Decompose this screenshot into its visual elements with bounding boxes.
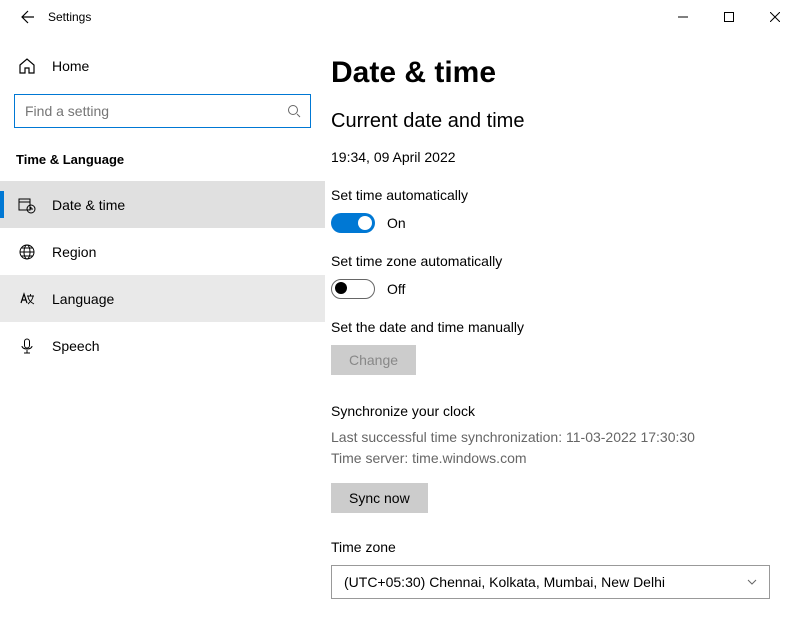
microphone-icon — [18, 337, 36, 355]
auto-time-toggle[interactable] — [331, 213, 375, 233]
sync-last-text: Last successful time synchronization: 11… — [331, 427, 770, 448]
auto-tz-toggle[interactable] — [331, 279, 375, 299]
minimize-button[interactable] — [660, 1, 706, 33]
sidebar-item-label: Speech — [52, 338, 99, 354]
sidebar-item-speech[interactable]: Speech — [0, 322, 325, 369]
home-icon — [18, 57, 36, 75]
sidebar-item-label: Date & time — [52, 197, 125, 213]
chevron-down-icon — [747, 579, 757, 585]
sidebar-item-language[interactable]: Language — [0, 275, 325, 322]
sidebar-item-datetime[interactable]: Date & time — [0, 181, 325, 228]
current-datetime-value: 19:34, 09 April 2022 — [331, 149, 770, 165]
sync-server-text: Time server: time.windows.com — [331, 448, 770, 469]
sidebar-item-label: Region — [52, 244, 96, 260]
search-input[interactable] — [14, 94, 311, 128]
globe-icon — [18, 243, 36, 261]
close-button[interactable] — [752, 1, 798, 33]
window-title: Settings — [48, 10, 91, 24]
maximize-icon — [724, 12, 734, 22]
auto-time-state: On — [387, 215, 406, 231]
page-heading: Date & time — [331, 56, 770, 90]
sidebar: Home Time & Language Date & time Region — [0, 34, 325, 625]
timezone-value: (UTC+05:30) Chennai, Kolkata, Mumbai, Ne… — [344, 574, 665, 590]
calendar-clock-icon — [18, 196, 36, 214]
sidebar-item-region[interactable]: Region — [0, 228, 325, 275]
auto-time-label: Set time automatically — [331, 187, 770, 203]
change-button[interactable]: Change — [331, 345, 416, 375]
auto-tz-label: Set time zone automatically — [331, 253, 770, 269]
section-current-datetime: Current date and time — [331, 110, 770, 133]
title-bar: Settings — [0, 0, 798, 34]
timezone-label: Time zone — [331, 539, 770, 555]
sidebar-home[interactable]: Home — [0, 46, 325, 86]
close-icon — [770, 12, 780, 22]
sync-now-button[interactable]: Sync now — [331, 483, 428, 513]
minimize-icon — [678, 12, 688, 22]
maximize-button[interactable] — [706, 1, 752, 33]
content-pane: Date & time Current date and time 19:34,… — [325, 34, 798, 625]
language-icon — [18, 290, 36, 308]
manual-datetime-label: Set the date and time manually — [331, 319, 770, 335]
arrow-left-icon — [18, 9, 34, 25]
search-icon — [287, 104, 301, 118]
timezone-dropdown[interactable]: (UTC+05:30) Chennai, Kolkata, Mumbai, Ne… — [331, 565, 770, 599]
auto-tz-state: Off — [387, 281, 405, 297]
sync-heading: Synchronize your clock — [331, 403, 770, 419]
sidebar-category: Time & Language — [0, 128, 325, 181]
search-container — [14, 94, 311, 128]
sidebar-item-label: Language — [52, 291, 114, 307]
sidebar-home-label: Home — [52, 58, 89, 74]
back-button[interactable] — [12, 3, 40, 31]
